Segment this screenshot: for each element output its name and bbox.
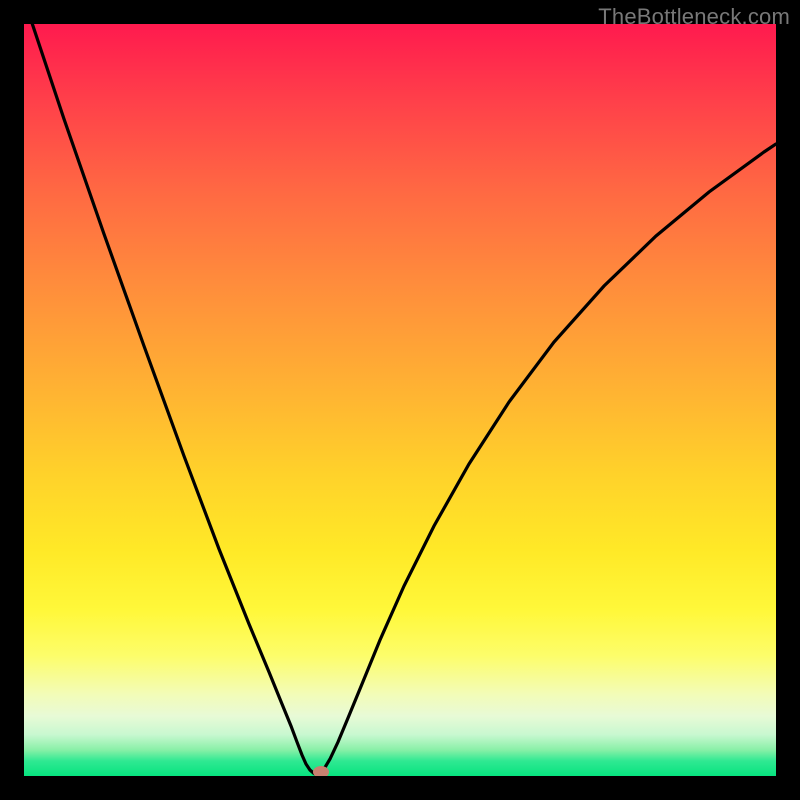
chart-frame: TheBottleneck.com — [0, 0, 800, 800]
watermark-text: TheBottleneck.com — [598, 4, 790, 30]
bottleneck-curve — [24, 24, 776, 776]
plot-area — [24, 24, 776, 776]
optimal-point-marker — [313, 766, 329, 776]
